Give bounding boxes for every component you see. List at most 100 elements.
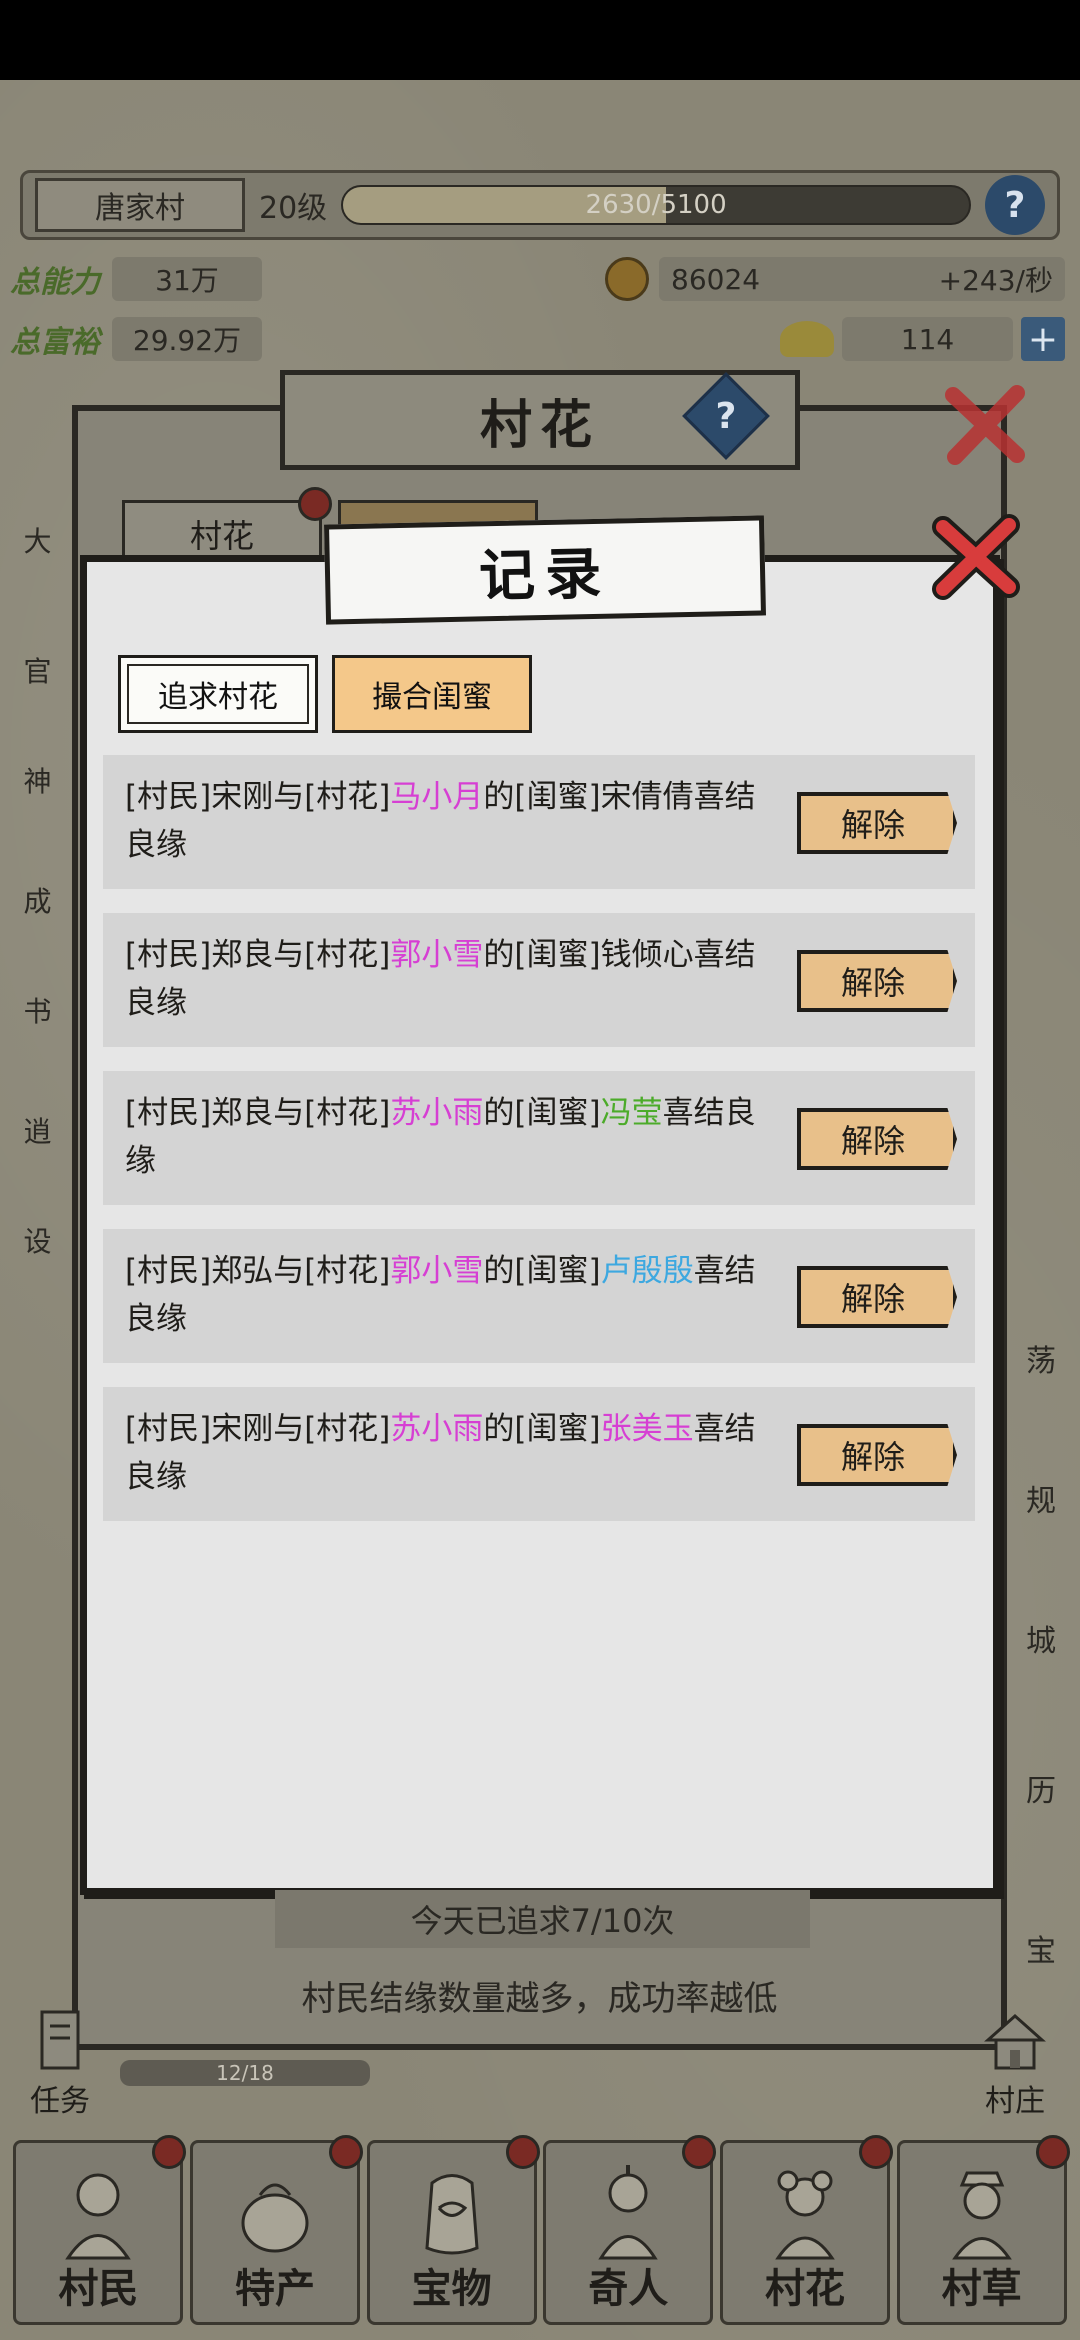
record-row: [村民]宋刚与[村花]苏小雨的[闺蜜]张美玉喜结良缘 解除 — [103, 1387, 975, 1521]
record-part: [村民]宋刚与[村花] — [125, 1411, 391, 1447]
copper-coin-icon — [605, 257, 649, 301]
tab-pursue-village-beauty[interactable]: 追求村花 — [118, 655, 318, 733]
notification-dot — [858, 2135, 893, 2169]
record-text: [村民]郑弘与[村花]郭小雪的[闺蜜]卢殷殷喜结良缘 — [125, 1247, 785, 1343]
bestie-name: 钱倾心 — [600, 937, 694, 973]
side-right-item[interactable]: 宝 — [1005, 1890, 1077, 1970]
nav-stranger[interactable]: 奇人 — [543, 2135, 717, 2325]
village-status-bar: 唐家村 20级 2630/5100 ? — [20, 170, 1060, 240]
total-power-row: 总能力 31万 — [10, 255, 262, 303]
side-left-item[interactable]: 神 — [0, 740, 75, 820]
side-left-item[interactable]: 逍 — [0, 1090, 75, 1170]
record-text: [村民]郑良与[村花]郭小雪的[闺蜜]钱倾心喜结良缘 — [125, 931, 785, 1027]
help-icon[interactable]: ? — [985, 175, 1045, 235]
record-part: 的[闺蜜] — [483, 1253, 601, 1289]
record-text: [村民]宋刚与[村花]苏小雨的[闺蜜]张美玉喜结良缘 — [125, 1405, 785, 1501]
bestie-name: 卢殷殷 — [600, 1253, 694, 1289]
record-tabs: 追求村花 撮合闺蜜 — [118, 655, 532, 733]
nav-village-heartthrob[interactable]: 村草 — [896, 2135, 1070, 2325]
bestie-name: 张美玉 — [600, 1411, 694, 1447]
gold-ingot-icon — [780, 321, 834, 357]
manor-label: 村庄 — [985, 2084, 1045, 2119]
record-part: 的[闺蜜] — [483, 1095, 601, 1131]
task-label: 任务 — [30, 2084, 90, 2119]
record-part: [村民]郑良与[村花] — [125, 1095, 391, 1131]
record-part: [村民]宋刚与[村花] — [125, 779, 391, 815]
record-part: [村民]郑良与[村花] — [125, 937, 391, 973]
task-button[interactable]: 任务 — [10, 2000, 110, 2120]
notification-dot — [505, 2135, 540, 2169]
side-right-item[interactable]: 城 — [1005, 1580, 1077, 1660]
notification-dot — [1035, 2135, 1070, 2169]
side-left-item[interactable]: 书 — [0, 970, 75, 1050]
nav-village-beauty[interactable]: 村花 — [719, 2135, 893, 2325]
side-left-item[interactable]: 大 — [0, 500, 75, 580]
tab-matchmake-bestie[interactable]: 撮合闺蜜 — [332, 655, 532, 733]
villager-icon — [65, 2173, 132, 2260]
coin-rate: +243/秒 — [938, 264, 1053, 297]
nav-specialty[interactable]: 特产 — [189, 2135, 363, 2325]
daily-pursuit-status: 今天已追求7/10次 — [275, 1890, 810, 1948]
close-icon[interactable] — [935, 375, 1035, 475]
ingot-amount: 114 — [842, 317, 1013, 361]
total-prosperity-row: 总富裕 29.92万 — [10, 315, 262, 363]
record-row: [村民]郑弘与[村花]郭小雪的[闺蜜]卢殷殷喜结良缘 解除 — [103, 1229, 975, 1363]
ingot-row: 114 + — [780, 315, 1065, 363]
side-right-item[interactable]: 规 — [1005, 1440, 1077, 1520]
village-beauty-name: 苏小雨 — [390, 1411, 484, 1447]
dismiss-button[interactable]: 解除 — [797, 1108, 957, 1170]
success-rate-hint: 村民结缘数量越多，成功率越低 — [301, 1978, 778, 2019]
coin-display: 86024 +243/秒 — [659, 257, 1065, 301]
task-progress: 12/18 — [120, 2060, 370, 2086]
nav-label: 村花 — [764, 2266, 845, 2312]
dismiss-button[interactable]: 解除 — [797, 1424, 957, 1486]
total-prosperity-value: 29.92万 — [112, 317, 262, 361]
scroll-icon — [40, 2010, 80, 2070]
house-icon — [984, 2013, 1046, 2070]
coin-amount: 86024 — [671, 262, 761, 296]
close-icon[interactable] — [925, 505, 1025, 605]
village-beauty-icon — [775, 2170, 835, 2260]
treasure-icon — [425, 2174, 479, 2255]
total-prosperity-label: 总富裕 — [10, 325, 100, 360]
village-beauty-name: 郭小雪 — [390, 1253, 484, 1289]
nav-treasure[interactable]: 宝物 — [366, 2135, 540, 2325]
village-beauty-name: 郭小雪 — [390, 937, 484, 973]
side-right-item[interactable]: 荡 — [1005, 1300, 1077, 1380]
record-text: [村民]宋刚与[村花]马小月的[闺蜜]宋倩倩喜结良缘 — [125, 773, 785, 869]
manor-button[interactable]: 村庄 — [965, 2000, 1065, 2120]
village-beauty-name: 苏小雨 — [390, 1095, 484, 1131]
total-power-label: 总能力 — [10, 265, 100, 300]
village-heartthrob-icon — [951, 2171, 1012, 2260]
notification-dot — [682, 2135, 717, 2169]
record-part: 的[闺蜜] — [483, 1411, 601, 1447]
nav-villager[interactable]: 村民 — [13, 2135, 187, 2325]
record-part: 的[闺蜜] — [483, 779, 601, 815]
notification-dot — [298, 487, 332, 521]
village-name[interactable]: 唐家村 — [35, 178, 245, 232]
add-ingot-button[interactable]: + — [1021, 317, 1065, 361]
side-left-item[interactable]: 成 — [0, 860, 75, 940]
bestie-name: 宋倩倩 — [600, 779, 694, 815]
nav-label: 特产 — [234, 2266, 315, 2312]
nav-label: 宝物 — [411, 2266, 492, 2312]
dismiss-button[interactable]: 解除 — [797, 1266, 957, 1328]
bestie-name: 冯莹 — [600, 1095, 663, 1131]
notification-dot — [152, 2135, 187, 2169]
bottom-navigation: 村民 特产 宝物 奇人 村花 村草 — [0, 2135, 1080, 2340]
dismiss-button[interactable]: 解除 — [797, 792, 957, 854]
record-row: [村民]郑良与[村花]苏小雨的[闺蜜]冯莹喜结良缘 解除 — [103, 1071, 975, 1205]
side-right-item[interactable]: 历 — [1005, 1730, 1077, 1810]
record-row: [村民]郑良与[村花]郭小雪的[闺蜜]钱倾心喜结良缘 解除 — [103, 913, 975, 1047]
side-left-item[interactable]: 设 — [0, 1200, 75, 1280]
stranger-icon — [598, 2165, 659, 2260]
record-part: 的[闺蜜] — [483, 937, 601, 973]
village-beauty-name: 马小月 — [390, 779, 484, 815]
nav-label: 村草 — [941, 2266, 1022, 2312]
record-text: [村民]郑良与[村花]苏小雨的[闺蜜]冯莹喜结良缘 — [125, 1089, 785, 1185]
dismiss-button[interactable]: 解除 — [797, 950, 957, 1012]
coin-row: 86024 +243/秒 — [605, 255, 1065, 303]
exp-progress-text: 2630/5100 — [585, 190, 727, 220]
side-left-item[interactable]: 官 — [0, 630, 75, 710]
record-row: [村民]宋刚与[村花]马小月的[闺蜜]宋倩倩喜结良缘 解除 — [103, 755, 975, 889]
